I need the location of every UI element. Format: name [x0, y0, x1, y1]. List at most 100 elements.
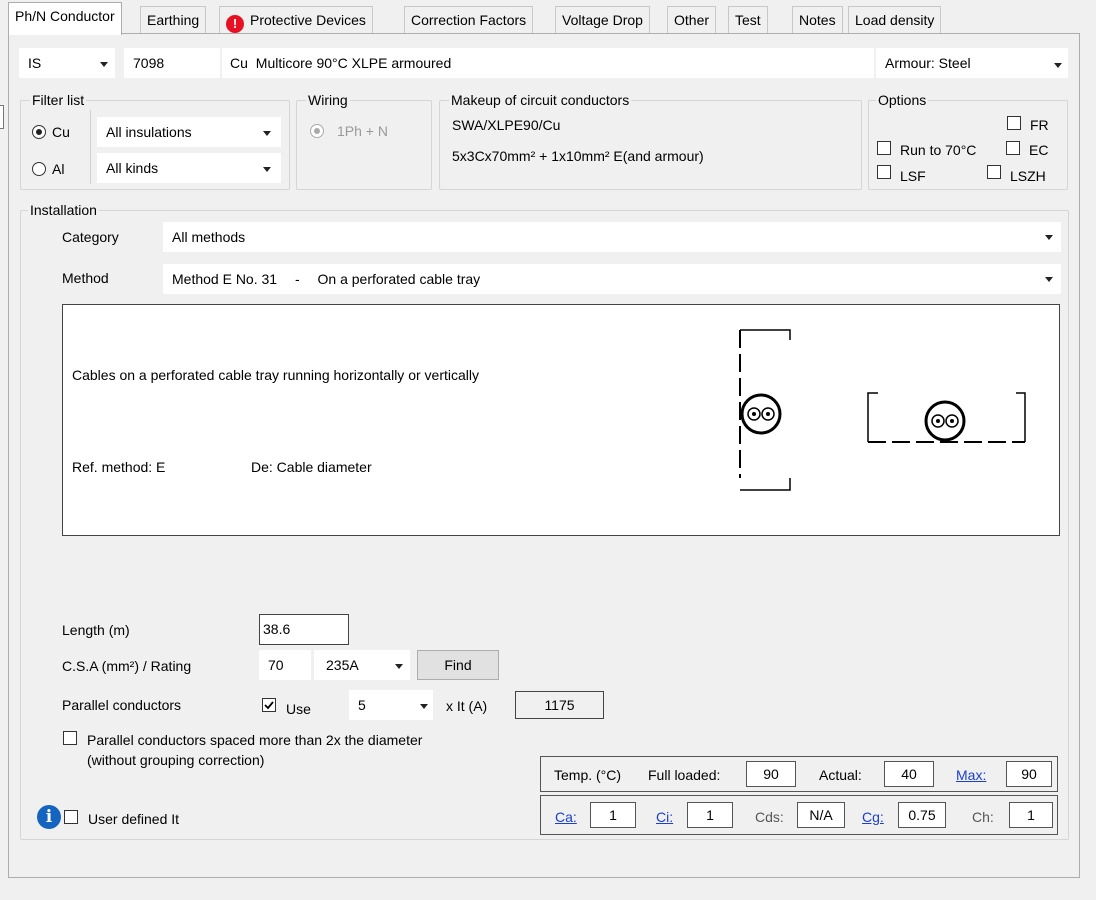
insulation-select[interactable]: All insulations [97, 117, 281, 147]
armour-value: Armour: Steel [885, 55, 971, 71]
ref-method-text: Ref. method: E [72, 459, 166, 475]
cds-value: N/A [809, 807, 833, 823]
temp-label: Temp. (°C) [554, 767, 622, 783]
info-icon[interactable]: i [37, 805, 61, 829]
checkbox-run-70[interactable] [877, 141, 891, 155]
splitter-handle[interactable] [0, 105, 4, 129]
tab-test[interactable]: Test [728, 6, 768, 34]
checkbox-fr[interactable] [1007, 116, 1021, 130]
user-defined-it-label: User defined It [88, 811, 180, 827]
csa-label: C.S.A (mm²) / Rating [62, 658, 192, 674]
makeup-label: Makeup of circuit conductors [449, 92, 632, 108]
radio-cu[interactable] [32, 125, 46, 139]
radio-1ph-n-label: 1Ph + N [337, 123, 388, 139]
tab-voltage-drop[interactable]: Voltage Drop [555, 6, 650, 34]
checkbox-lsf-label: LSF [900, 168, 926, 184]
cable-description: Multicore 90°C XLPE armoured [255, 55, 452, 71]
ca-link[interactable]: Ca: [555, 808, 577, 826]
checkbox-lsf[interactable] [877, 165, 891, 179]
max-temp-value-box: 90 [1006, 761, 1052, 787]
tab-protective-devices[interactable]: ! Protective Devices [219, 6, 373, 34]
tab-label: Correction Factors [411, 12, 527, 28]
parallel-spaced-sublabel: (without grouping correction) [87, 752, 265, 768]
cable-type-field[interactable]: Cu Multicore 90°C XLPE armoured [222, 48, 874, 78]
chevron-down-icon [1045, 277, 1053, 282]
max-temp-link[interactable]: Max: [956, 766, 986, 784]
ca-value-box: 1 [590, 802, 636, 828]
ch-value-box: 1 [1009, 802, 1053, 828]
parallel-label: Parallel conductors [62, 697, 182, 713]
ci-value-box: 1 [687, 802, 733, 828]
category-select[interactable]: All methods [163, 222, 1061, 252]
csa-value: 70 [268, 657, 284, 673]
tab-earthing[interactable]: Earthing [140, 6, 207, 34]
category-label: Category [62, 229, 119, 245]
checkbox-ec[interactable] [1006, 141, 1020, 155]
parallel-count-value: 5 [358, 697, 366, 713]
ch-label: Ch: [972, 809, 994, 825]
standard-select[interactable]: IS [19, 48, 115, 78]
rating-select[interactable]: 235A [314, 650, 410, 680]
standard-value: IS [28, 55, 42, 71]
radio-al[interactable] [32, 162, 46, 176]
radio-1ph-n[interactable] [310, 124, 324, 138]
cg-link[interactable]: Cg: [862, 808, 884, 826]
ci-link[interactable]: Ci: [656, 808, 673, 826]
insulation-value: All insulations [106, 124, 192, 140]
length-input[interactable]: 38.6 [259, 614, 349, 645]
chevron-down-icon [395, 664, 403, 669]
it-value-box: 1175 [515, 691, 604, 719]
checkmark-icon [264, 701, 274, 710]
makeup-line2: 5x3Cx70mm² + 1x10mm² E(and armour) [452, 148, 704, 164]
chevron-down-icon [263, 167, 271, 172]
chevron-down-icon [100, 62, 108, 67]
find-button[interactable]: Find [417, 650, 499, 680]
checkbox-ec-label: EC [1029, 142, 1049, 158]
radio-al-label: Al [52, 161, 65, 177]
cable-material: Cu [230, 55, 248, 71]
divider [90, 110, 91, 184]
checkbox-lszh[interactable] [987, 165, 1001, 179]
tab-label: Test [735, 12, 761, 28]
tab-load-density[interactable]: Load density [848, 6, 942, 34]
kind-value: All kinds [106, 160, 159, 176]
tab-label: Other [674, 12, 710, 28]
method-select[interactable]: Method E No. 31 - On a perforated cable … [163, 264, 1061, 294]
csa-input[interactable]: 70 [259, 650, 311, 680]
tab-label: Earthing [147, 12, 200, 28]
parallel-use-checkbox[interactable] [262, 698, 276, 712]
cable-code-field[interactable]: 7098 [124, 48, 220, 78]
armour-select[interactable]: Armour: Steel [876, 48, 1068, 78]
tab-label: Load density [855, 12, 935, 28]
tab-label: Protective Devices [250, 12, 366, 28]
chevron-down-icon [420, 704, 428, 709]
tab-notes[interactable]: Notes [792, 6, 843, 34]
parallel-spaced-checkbox[interactable] [63, 731, 77, 745]
length-label: Length (m) [62, 622, 130, 638]
ci-value: 1 [706, 807, 714, 823]
tab-bar: Ph/N Conductor Earthing ! Protective Devi… [0, 0, 1096, 35]
ch-value: 1 [1027, 807, 1035, 823]
method-value: Method E No. 31 [172, 271, 278, 287]
chevron-down-icon [263, 131, 271, 136]
radio-cu-label: Cu [52, 124, 70, 140]
parallel-count-select[interactable]: 5 [349, 690, 433, 720]
cable-diameter-note: De: Cable diameter [251, 459, 372, 475]
warning-icon: ! [226, 15, 244, 33]
tab-correction-factors[interactable]: Correction Factors [404, 6, 534, 34]
chevron-down-icon [1054, 63, 1062, 68]
user-defined-it-checkbox[interactable] [64, 810, 78, 824]
makeup-group [439, 100, 862, 190]
tab-other[interactable]: Other [667, 6, 717, 34]
method-label: Method [62, 270, 109, 286]
actual-temp-value-box: 40 [884, 761, 934, 787]
find-button-label: Find [444, 657, 472, 673]
cable-tray-diagram-icon [739, 329, 1026, 491]
actual-temp-value: 40 [901, 766, 917, 782]
kind-select[interactable]: All kinds [97, 153, 281, 183]
checkbox-run-70-label: Run to 70°C [900, 142, 977, 158]
actual-temp-label: Actual: [819, 767, 862, 783]
full-loaded-value-box: 90 [746, 761, 796, 787]
checkbox-lszh-label: LSZH [1010, 168, 1046, 184]
tab-ph-n-conductor[interactable]: Ph/N Conductor [8, 2, 122, 35]
